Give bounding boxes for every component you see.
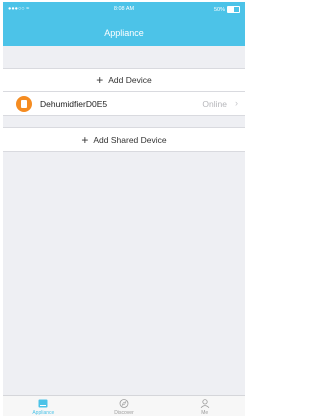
tab-discover-label: Discover [114,410,134,416]
battery-icon [227,6,240,13]
tab-appliance[interactable]: Appliance [3,396,84,416]
add-device-button[interactable]: + Add Device [3,68,245,92]
battery-indicator: 50% [214,6,240,13]
add-shared-device-label: Add Shared Device [93,134,167,145]
appliance-icon [38,399,48,408]
device-list-item[interactable]: DehumidfierD0E5 Online › [3,92,245,116]
battery-percent: 50% [213,6,225,13]
device-name: DehumidfierD0E5 [40,99,108,109]
plus-icon: + [81,132,89,147]
tab-appliance-label: Appliance [32,410,55,416]
person-icon [200,399,209,408]
tab-bar: Appliance Discover Me [3,395,245,416]
tab-me[interactable]: Me [164,396,245,416]
page-title: Appliance [104,28,144,38]
status-time: 8:08 AM [113,6,135,12]
compass-icon [119,399,129,408]
app-header: ●●●○○ ≈ 8:08 AM 50% Appliance [3,2,245,46]
chevron-right-icon: › [235,98,238,108]
app-screen: ●●●○○ ≈ 8:08 AM 50% Appliance + Add Devi… [3,2,245,416]
device-status: Online [202,99,227,109]
tab-discover[interactable]: Discover [84,396,165,416]
dehumidifier-icon [16,96,32,112]
tab-me-label: Me [201,410,209,416]
plus-icon: + [96,73,104,87]
status-bar: ●●●○○ ≈ 8:08 AM 50% [3,2,245,16]
add-shared-device-button[interactable]: + Add Shared Device [3,127,245,152]
add-device-label: Add Device [108,75,152,85]
